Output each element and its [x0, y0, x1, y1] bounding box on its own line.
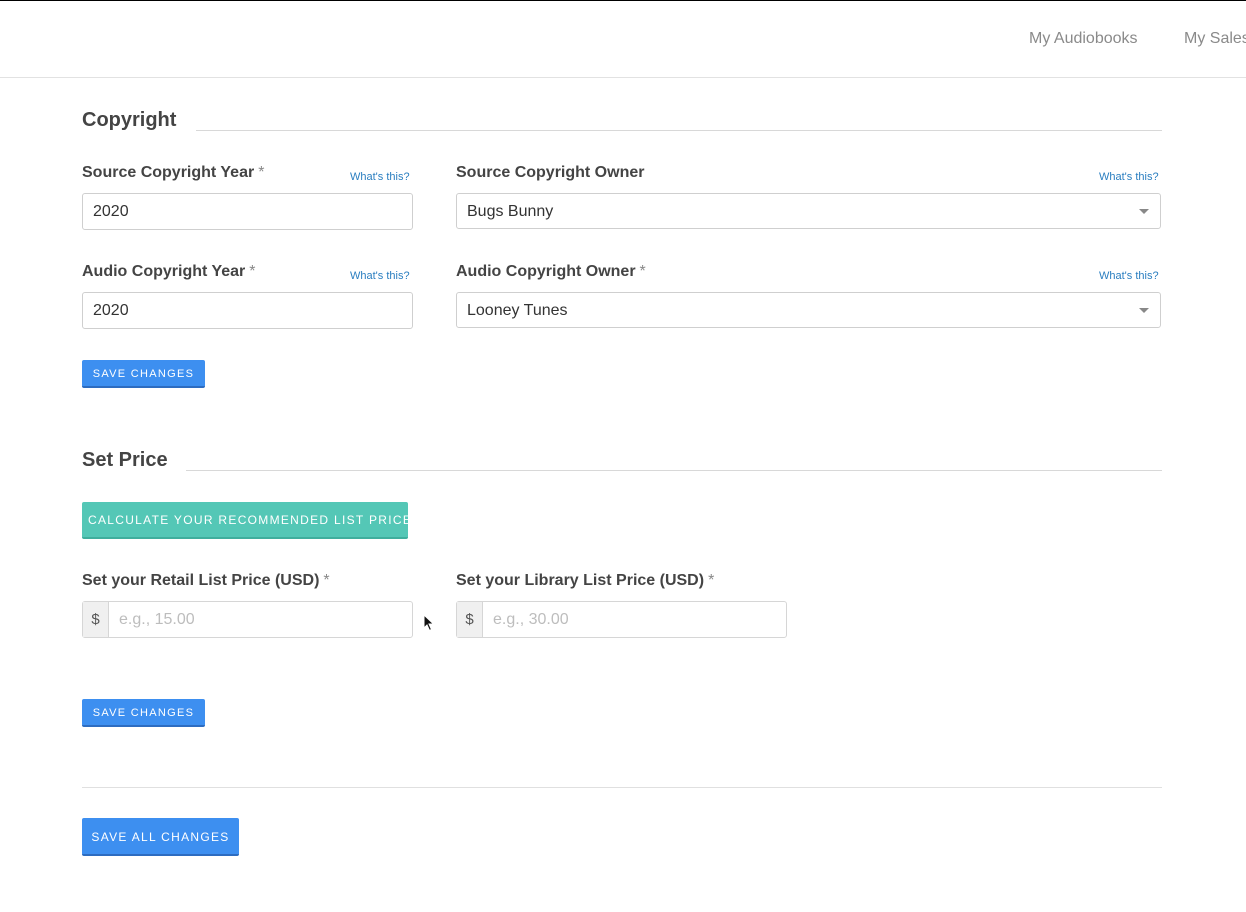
mouse-pointer-icon — [423, 614, 435, 632]
source-copyright-owner-label: Source Copyright Owner — [456, 164, 645, 181]
footer-divider — [82, 787, 1162, 788]
audio-copyright-owner-value: Looney Tunes — [467, 302, 568, 319]
audio-copyright-owner-select[interactable]: Looney Tunes — [456, 292, 1161, 328]
audio-copyright-owner-label-text: Audio Copyright Owner — [456, 263, 636, 280]
nav-my-audiobooks[interactable]: My Audiobooks — [1029, 30, 1138, 48]
required-marker: * — [639, 263, 646, 280]
copyright-section-title: Copyright — [82, 109, 177, 131]
source-year-help-link[interactable]: What's this? — [350, 171, 410, 183]
retail-price-input-group: $ — [82, 601, 413, 638]
source-copyright-year-label-text: Source Copyright Year — [82, 164, 255, 181]
audio-copyright-year-label-text: Audio Copyright Year — [82, 263, 246, 280]
library-price-input-group: $ — [456, 601, 787, 638]
top-nav-bar: My Audiobooks My Sales — [0, 1, 1246, 78]
retail-price-input[interactable] — [109, 602, 412, 637]
set-price-section-title: Set Price — [82, 449, 168, 471]
required-marker: * — [249, 263, 256, 280]
set-price-section-rule — [186, 470, 1162, 471]
calculate-recommended-price-button[interactable]: CALCULATE YOUR RECOMMENDED LIST PRICE — [82, 502, 411, 539]
library-price-input[interactable] — [483, 602, 786, 637]
source-copyright-year-input[interactable] — [82, 193, 413, 230]
chevron-down-icon — [1139, 209, 1149, 214]
audio-year-help-link[interactable]: What's this? — [350, 270, 410, 282]
dollar-sign-icon: $ — [83, 602, 109, 637]
required-marker: * — [323, 572, 330, 589]
save-all-changes-button[interactable]: SAVE ALL CHANGES — [82, 818, 239, 856]
nav-my-sales[interactable]: My Sales — [1184, 30, 1246, 48]
audio-owner-help-link[interactable]: What's this? — [1099, 270, 1159, 282]
chevron-down-icon — [1139, 308, 1149, 313]
source-copyright-year-label: Source Copyright Year * — [82, 164, 264, 182]
price-save-changes-button[interactable]: SAVE CHANGES — [82, 699, 205, 727]
retail-price-label-text: Set your Retail List Price (USD) — [82, 572, 320, 589]
required-marker: * — [258, 164, 265, 181]
page: My Audiobooks My Sales Copyright Source … — [0, 0, 1246, 912]
library-price-label: Set your Library List Price (USD) * — [456, 572, 714, 590]
audio-copyright-year-input[interactable] — [82, 292, 413, 329]
library-price-label-text: Set your Library List Price (USD) — [456, 572, 705, 589]
source-copyright-owner-select[interactable]: Bugs Bunny — [456, 193, 1161, 229]
audio-copyright-owner-label: Audio Copyright Owner * — [456, 263, 646, 281]
source-owner-help-link[interactable]: What's this? — [1099, 171, 1159, 183]
source-copyright-owner-value: Bugs Bunny — [467, 203, 554, 220]
dollar-sign-icon: $ — [457, 602, 483, 637]
audio-copyright-year-label: Audio Copyright Year * — [82, 263, 256, 281]
required-marker: * — [708, 572, 715, 589]
copyright-section-rule — [196, 130, 1162, 131]
retail-price-label: Set your Retail List Price (USD) * — [82, 572, 330, 590]
copyright-save-changes-button[interactable]: SAVE CHANGES — [82, 360, 205, 388]
